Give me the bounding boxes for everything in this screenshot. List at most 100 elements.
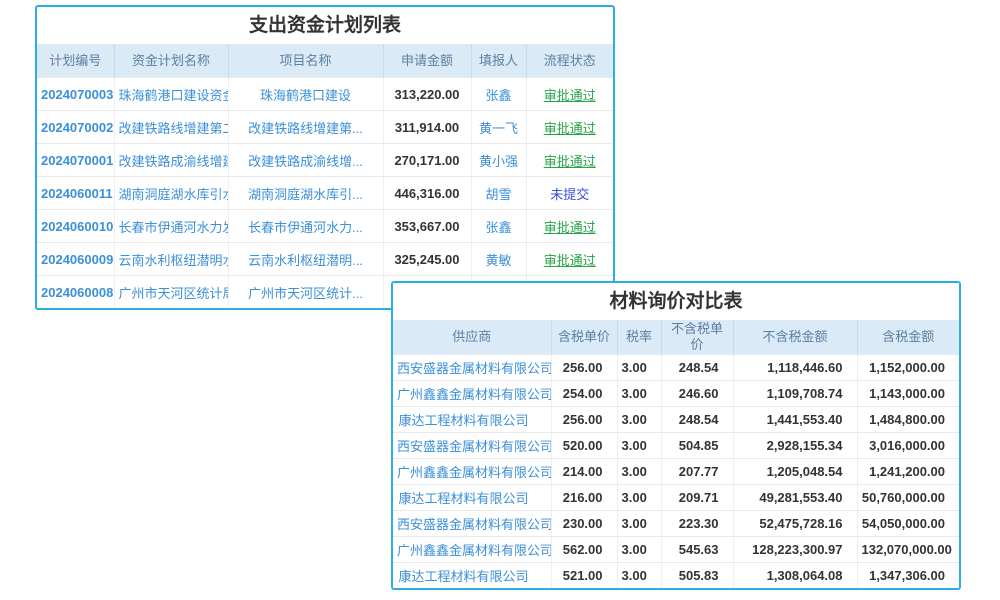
amount-with-tax-value: 50,760,000.00 [857, 485, 959, 511]
plan-number-link[interactable]: 2024070002 [37, 111, 114, 144]
plan-number-link[interactable]: 2024060009 [37, 243, 114, 276]
project-name-link[interactable]: 珠海鹤港口建设 [228, 78, 383, 111]
amount-with-tax-value: 1,484,800.00 [857, 407, 959, 433]
supplier-name-link[interactable]: 西安盛器金属材料有限公司 [393, 355, 551, 381]
process-status-link[interactable]: 审批通过 [526, 243, 613, 276]
price-without-tax-value: 248.54 [661, 355, 733, 381]
supplier-name-link[interactable]: 西安盛器金属材料有限公司 [393, 511, 551, 537]
reporter-name: 胡雪 [471, 177, 526, 210]
expenditure-plan-header-row: 计划编号 资金计划名称 项目名称 申请金额 填报人 流程状态 [37, 44, 613, 78]
supplier-name-link[interactable]: 康达工程材料有限公司 [393, 407, 551, 433]
price-with-tax-value: 254.00 [551, 381, 617, 407]
col-reporter: 填报人 [471, 44, 526, 78]
amount-without-tax-value: 1,109,708.74 [733, 381, 857, 407]
price-with-tax-value: 216.00 [551, 485, 617, 511]
quote-row: 康达工程材料有限公司256.003.00248.541,441,553.401,… [393, 407, 959, 433]
process-status-link[interactable]: 审批通过 [526, 144, 613, 177]
tax-rate-value: 3.00 [617, 563, 661, 589]
col-tax-rate: 税率 [617, 320, 661, 355]
apply-amount-value: 311,914.00 [383, 111, 471, 144]
amount-without-tax-value: 49,281,553.40 [733, 485, 857, 511]
amount-without-tax-value: 2,928,155.34 [733, 433, 857, 459]
amount-with-tax-value: 1,241,200.00 [857, 459, 959, 485]
amount-without-tax-value: 1,205,048.54 [733, 459, 857, 485]
plan-row: 2024070001改建铁路成渝线增建...改建铁路成渝线增...270,171… [37, 144, 613, 177]
col-price-without-tax: 不含税单价 [661, 320, 733, 355]
price-without-tax-value: 246.60 [661, 381, 733, 407]
supplier-name-link[interactable]: 康达工程材料有限公司 [393, 485, 551, 511]
tax-rate-value: 3.00 [617, 537, 661, 563]
fund-plan-name-link[interactable]: 改建铁路成渝线增建... [114, 144, 228, 177]
col-price-with-tax: 含税单价 [551, 320, 617, 355]
price-with-tax-value: 520.00 [551, 433, 617, 459]
plan-number-link[interactable]: 2024060008 [37, 276, 114, 309]
quote-row: 西安盛器金属材料有限公司520.003.00504.852,928,155.34… [393, 433, 959, 459]
apply-amount-value: 446,316.00 [383, 177, 471, 210]
material-inquiry-panel: 材料询价对比表 供应商 含税单价 税率 不含税单价 不含税金额 含税金额 西安盛… [391, 281, 961, 590]
expenditure-plan-panel: 支出资金计划列表 计划编号 资金计划名称 项目名称 申请金额 填报人 流程状态 … [35, 5, 615, 310]
col-fund-plan-name: 资金计划名称 [114, 44, 228, 78]
quote-row: 广州鑫鑫金属材料有限公司254.003.00246.601,109,708.74… [393, 381, 959, 407]
tax-rate-value: 3.00 [617, 459, 661, 485]
price-without-tax-value: 505.83 [661, 563, 733, 589]
plan-number-link[interactable]: 2024070001 [37, 144, 114, 177]
plan-row: 2024070002改建铁路线增建第二...改建铁路线增建第...311,914… [37, 111, 613, 144]
supplier-name-link[interactable]: 广州鑫鑫金属材料有限公司 [393, 537, 551, 563]
col-amount-with-tax: 含税金额 [857, 320, 959, 355]
material-inquiry-header-row: 供应商 含税单价 税率 不含税单价 不含税金额 含税金额 [393, 320, 959, 355]
fund-plan-name-link[interactable]: 广州市天河区统计局... [114, 276, 228, 309]
quote-row: 广州鑫鑫金属材料有限公司562.003.00545.63128,223,300.… [393, 537, 959, 563]
process-status-link[interactable]: 未提交 [526, 177, 613, 210]
project-name-link[interactable]: 广州市天河区统计... [228, 276, 383, 309]
reporter-name: 黄一飞 [471, 111, 526, 144]
price-without-tax-value: 504.85 [661, 433, 733, 459]
quote-row: 康达工程材料有限公司216.003.00209.7149,281,553.405… [393, 485, 959, 511]
project-name-link[interactable]: 改建铁路成渝线增... [228, 144, 383, 177]
fund-plan-name-link[interactable]: 湖南洞庭湖水库引水... [114, 177, 228, 210]
project-name-link[interactable]: 湖南洞庭湖水库引... [228, 177, 383, 210]
price-without-tax-value: 209.71 [661, 485, 733, 511]
price-without-tax-value: 223.30 [661, 511, 733, 537]
process-status-link[interactable]: 审批通过 [526, 78, 613, 111]
col-supplier: 供应商 [393, 320, 551, 355]
fund-plan-name-link[interactable]: 改建铁路线增建第二... [114, 111, 228, 144]
reporter-name: 黄敏 [471, 243, 526, 276]
col-amount-without-tax: 不含税金额 [733, 320, 857, 355]
plan-row: 2024060009云南水利枢纽潜明水...云南水利枢纽潜明...325,245… [37, 243, 613, 276]
amount-with-tax-value: 1,143,000.00 [857, 381, 959, 407]
price-with-tax-value: 230.00 [551, 511, 617, 537]
supplier-name-link[interactable]: 广州鑫鑫金属材料有限公司 [393, 381, 551, 407]
amount-with-tax-value: 54,050,000.00 [857, 511, 959, 537]
col-process-status: 流程状态 [526, 44, 613, 78]
plan-row: 2024060010长春市伊通河水力发...长春市伊通河水力...353,667… [37, 210, 613, 243]
col-plan-number: 计划编号 [37, 44, 114, 78]
project-name-link[interactable]: 云南水利枢纽潜明... [228, 243, 383, 276]
plan-row: 2024070003珠海鹤港口建设资金...珠海鹤港口建设313,220.00张… [37, 78, 613, 111]
tax-rate-value: 3.00 [617, 407, 661, 433]
amount-without-tax-value: 52,475,728.16 [733, 511, 857, 537]
amount-without-tax-value: 128,223,300.97 [733, 537, 857, 563]
plan-number-link[interactable]: 2024060010 [37, 210, 114, 243]
supplier-name-link[interactable]: 康达工程材料有限公司 [393, 563, 551, 589]
amount-without-tax-value: 1,308,064.08 [733, 563, 857, 589]
supplier-name-link[interactable]: 西安盛器金属材料有限公司 [393, 433, 551, 459]
fund-plan-name-link[interactable]: 云南水利枢纽潜明水... [114, 243, 228, 276]
apply-amount-value: 270,171.00 [383, 144, 471, 177]
supplier-name-link[interactable]: 广州鑫鑫金属材料有限公司 [393, 459, 551, 485]
project-name-link[interactable]: 长春市伊通河水力... [228, 210, 383, 243]
price-with-tax-value: 562.00 [551, 537, 617, 563]
fund-plan-name-link[interactable]: 长春市伊通河水力发... [114, 210, 228, 243]
process-status-link[interactable]: 审批通过 [526, 210, 613, 243]
reporter-name: 张鑫 [471, 78, 526, 111]
project-name-link[interactable]: 改建铁路线增建第... [228, 111, 383, 144]
quote-row: 康达工程材料有限公司521.003.00505.831,308,064.081,… [393, 563, 959, 589]
plan-number-link[interactable]: 2024060011 [37, 177, 114, 210]
fund-plan-name-link[interactable]: 珠海鹤港口建设资金... [114, 78, 228, 111]
plan-number-link[interactable]: 2024070003 [37, 78, 114, 111]
expenditure-plan-title: 支出资金计划列表 [37, 7, 613, 44]
price-without-tax-value: 207.77 [661, 459, 733, 485]
process-status-link[interactable]: 审批通过 [526, 111, 613, 144]
amount-with-tax-value: 132,070,000.00 [857, 537, 959, 563]
tax-rate-value: 3.00 [617, 355, 661, 381]
reporter-name: 张鑫 [471, 210, 526, 243]
